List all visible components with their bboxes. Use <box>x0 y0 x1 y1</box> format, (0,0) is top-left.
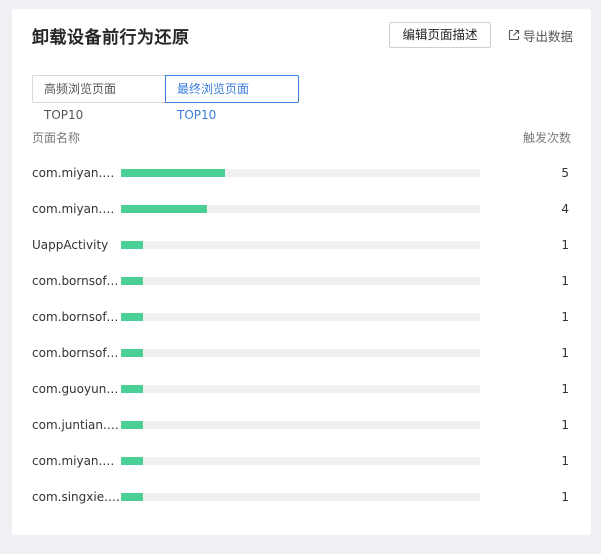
page-name: com.guoyunc... <box>32 382 120 396</box>
page-name: UappActivity <box>32 238 109 252</box>
list-item: com.bornsoft... 1 <box>32 301 571 337</box>
page-name: com.miyan.ui... <box>32 454 120 468</box>
list-item: com.miyan.ui... 1 <box>32 445 571 481</box>
trigger-count: 1 <box>561 418 569 432</box>
bar-fill <box>121 169 226 177</box>
page-name: com.singxie.i... <box>32 490 120 504</box>
trigger-count: 1 <box>561 490 569 504</box>
bar-fill <box>121 241 143 249</box>
export-icon <box>508 29 520 41</box>
tab-final-browse-top10[interactable]: 最终浏览页面TOP10 <box>165 75 299 122</box>
bar-track <box>121 385 480 393</box>
bar-track <box>121 349 480 357</box>
page-name: com.bornsoft... <box>32 274 120 288</box>
export-label: 导出数据 <box>523 28 574 44</box>
bar-fill <box>121 205 208 213</box>
bar-fill <box>121 349 143 357</box>
page-name: com.miyan.ui... <box>32 166 120 180</box>
trigger-count: 1 <box>561 310 569 324</box>
export-data-link[interactable]: 导出数据 <box>508 25 573 45</box>
bar-fill <box>121 277 143 285</box>
trigger-count: 1 <box>561 346 569 360</box>
tab-high-frequency-top10[interactable]: 高频浏览页面TOP10 <box>32 75 166 122</box>
page-name: com.juntian.r... <box>32 418 120 432</box>
bar-fill <box>121 421 143 429</box>
page-name: com.bornsoft... <box>32 346 120 360</box>
list-item: UappActivity 1 <box>32 229 571 265</box>
list-item: com.bornsoft... 1 <box>32 337 571 373</box>
trigger-count: 4 <box>561 202 569 216</box>
bar-track <box>121 277 480 285</box>
list-item: com.juntian.r... 1 <box>32 409 571 445</box>
list-item: com.miyan.ui... 4 <box>32 193 571 229</box>
bar-track <box>121 457 480 465</box>
bar-track <box>121 205 480 213</box>
behavior-card: 卸载设备前行为还原 编辑页面描述 导出数据 高频浏览页面TOP10 最终浏览页面… <box>12 9 591 535</box>
bar-track <box>121 493 480 501</box>
bar-fill <box>121 385 143 393</box>
bar-fill <box>121 493 143 501</box>
page-name: com.bornsoft... <box>32 310 120 324</box>
tab-group: 高频浏览页面TOP10 最终浏览页面TOP10 <box>32 75 299 122</box>
trigger-count: 5 <box>561 166 569 180</box>
bar-track <box>121 421 480 429</box>
trigger-count: 1 <box>561 382 569 396</box>
bar-track <box>121 241 480 249</box>
list-item: com.bornsoft... 1 <box>32 265 571 301</box>
list-item: com.singxie.i... 1 <box>32 481 571 517</box>
edit-page-description-button[interactable]: 编辑页面描述 <box>389 22 491 48</box>
trigger-count: 1 <box>561 238 569 252</box>
bar-fill <box>121 457 143 465</box>
trigger-count: 1 <box>561 274 569 288</box>
list-item: com.miyan.ui... 5 <box>32 157 571 193</box>
bar-track <box>121 313 480 321</box>
bar-track <box>121 169 480 177</box>
trigger-count: 1 <box>561 454 569 468</box>
page-name: com.miyan.ui... <box>32 202 120 216</box>
list-item: com.guoyunc... 1 <box>32 373 571 409</box>
card-title: 卸载设备前行为还原 <box>32 28 190 48</box>
column-header-trigger-count: 触发次数 <box>522 131 571 145</box>
column-header-page-name: 页面名称 <box>32 131 81 145</box>
bar-fill <box>121 313 143 321</box>
